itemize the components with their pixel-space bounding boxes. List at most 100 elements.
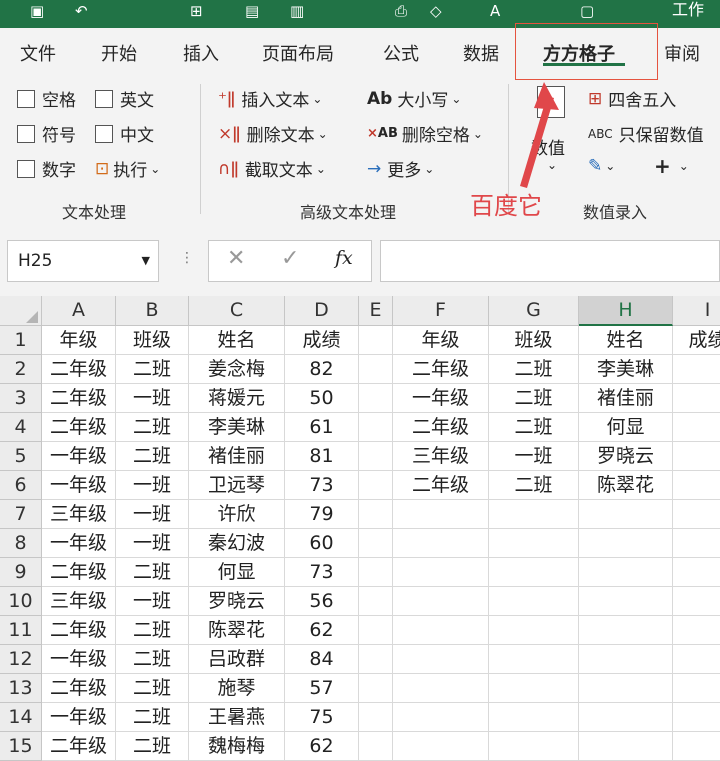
grid-cell[interactable]: 一年级 [42, 645, 116, 674]
grid-cell[interactable] [489, 529, 579, 558]
grid-cell[interactable] [359, 471, 393, 500]
grid-cell[interactable] [393, 529, 489, 558]
grid-cell[interactable]: 褚佳丽 [189, 442, 285, 471]
row-header[interactable]: 13 [0, 674, 42, 703]
grid-cell[interactable]: 班级 [489, 326, 579, 355]
grid-cell[interactable]: 年级 [393, 326, 489, 355]
grid-cell[interactable]: 何显 [189, 558, 285, 587]
grid-cell[interactable] [393, 558, 489, 587]
grid-cell[interactable]: 三年级 [42, 500, 116, 529]
select-all-corner[interactable] [0, 296, 42, 326]
grid-cell[interactable]: 61 [285, 413, 359, 442]
row-header[interactable]: 10 [0, 587, 42, 616]
row-header[interactable]: 7 [0, 500, 42, 529]
grid-cell[interactable]: 一班 [489, 442, 579, 471]
grid-cell[interactable]: 施琴 [189, 674, 285, 703]
grid-cell[interactable] [579, 587, 673, 616]
grid-cell[interactable]: 陈翠花 [579, 471, 673, 500]
grid-cell[interactable]: 成绩 [673, 326, 720, 355]
column-header-a[interactable]: A [42, 296, 116, 326]
row-header[interactable]: 12 [0, 645, 42, 674]
grid-cell[interactable] [673, 732, 720, 761]
grid-cell[interactable] [489, 558, 579, 587]
grid-cell[interactable] [489, 500, 579, 529]
grid-cell[interactable]: 一年级 [42, 442, 116, 471]
grid-cell[interactable]: 62 [285, 732, 359, 761]
grid-cell[interactable] [359, 442, 393, 471]
grid-cell[interactable] [579, 616, 673, 645]
grid-cell[interactable] [579, 558, 673, 587]
grid-cell[interactable]: 一班 [116, 384, 189, 413]
grid-cell[interactable] [359, 558, 393, 587]
grid-cell[interactable] [673, 587, 720, 616]
grid-cell[interactable]: 二班 [116, 442, 189, 471]
row-header[interactable]: 2 [0, 355, 42, 384]
grid-cell[interactable]: 二年级 [42, 616, 116, 645]
column-header-f[interactable]: F [393, 296, 489, 326]
grid-cell[interactable]: 一年级 [393, 384, 489, 413]
grid-cell[interactable]: 褚佳丽 [579, 384, 673, 413]
grid-cell[interactable] [359, 355, 393, 384]
grid-cell[interactable]: 60 [285, 529, 359, 558]
grid-cell[interactable]: 一班 [116, 471, 189, 500]
grid-cell[interactable]: 何显 [579, 413, 673, 442]
grid-cell[interactable] [673, 645, 720, 674]
grid-cell[interactable]: 二班 [489, 471, 579, 500]
column-header-e[interactable]: E [359, 296, 393, 326]
grid-cell[interactable]: 罗晓云 [189, 587, 285, 616]
grid-cell[interactable] [673, 500, 720, 529]
drag-handle-icon[interactable]: ⋮ [180, 250, 194, 266]
grid-cell[interactable]: 81 [285, 442, 359, 471]
grid-cell[interactable]: 班级 [116, 326, 189, 355]
column-header-d[interactable]: D [285, 296, 359, 326]
grid-cell[interactable] [489, 645, 579, 674]
grid-cell[interactable] [359, 413, 393, 442]
grid-cell[interactable] [359, 616, 393, 645]
row-header[interactable]: 1 [0, 326, 42, 355]
grid-cell[interactable] [673, 703, 720, 732]
cancel-icon[interactable]: ✕ [227, 246, 245, 271]
grid-cell[interactable]: 一班 [116, 500, 189, 529]
grid-cell[interactable]: 84 [285, 645, 359, 674]
chevron-down-icon[interactable]: ▼ [142, 241, 150, 281]
grid-cell[interactable]: 李美琳 [189, 413, 285, 442]
grid-cell[interactable]: 二年级 [42, 355, 116, 384]
grid-cell[interactable] [393, 732, 489, 761]
grid-cell[interactable] [673, 442, 720, 471]
grid-cell[interactable]: 陈翠花 [189, 616, 285, 645]
grid-cell[interactable]: 二班 [116, 413, 189, 442]
grid-cell[interactable]: 蒋媛元 [189, 384, 285, 413]
grid-cell[interactable] [393, 587, 489, 616]
grid-cell[interactable]: 二年级 [42, 384, 116, 413]
grid-cell[interactable] [579, 500, 673, 529]
grid-cell[interactable] [489, 674, 579, 703]
grid-cell[interactable]: 二年级 [42, 413, 116, 442]
grid-cell[interactable]: 吕政群 [189, 645, 285, 674]
grid-cell[interactable]: 一年级 [42, 703, 116, 732]
row-header[interactable]: 11 [0, 616, 42, 645]
grid-cell[interactable]: 二年级 [42, 732, 116, 761]
grid-cell[interactable]: 姓名 [579, 326, 673, 355]
row-header[interactable]: 5 [0, 442, 42, 471]
grid-cell[interactable] [359, 703, 393, 732]
grid-cell[interactable]: 二班 [116, 674, 189, 703]
grid-cell[interactable]: 二班 [116, 732, 189, 761]
function-icon[interactable]: fx [335, 247, 353, 269]
row-header[interactable]: 4 [0, 413, 42, 442]
grid-cell[interactable] [359, 645, 393, 674]
grid-cell[interactable]: 一班 [116, 529, 189, 558]
grid-cell[interactable]: 二班 [489, 384, 579, 413]
grid-cell[interactable]: 魏梅梅 [189, 732, 285, 761]
grid-cell[interactable] [579, 703, 673, 732]
grid-cell[interactable] [359, 500, 393, 529]
grid-cell[interactable]: 79 [285, 500, 359, 529]
grid-cell[interactable]: 成绩 [285, 326, 359, 355]
grid-cell[interactable]: 二班 [116, 616, 189, 645]
grid-cell[interactable] [489, 587, 579, 616]
column-header-h[interactable]: H [579, 296, 673, 326]
confirm-icon[interactable]: ✓ [281, 246, 299, 271]
column-header-g[interactable]: G [489, 296, 579, 326]
grid-cell[interactable]: 二班 [116, 558, 189, 587]
grid-cell[interactable]: 一班 [116, 587, 189, 616]
grid-cell[interactable] [673, 558, 720, 587]
